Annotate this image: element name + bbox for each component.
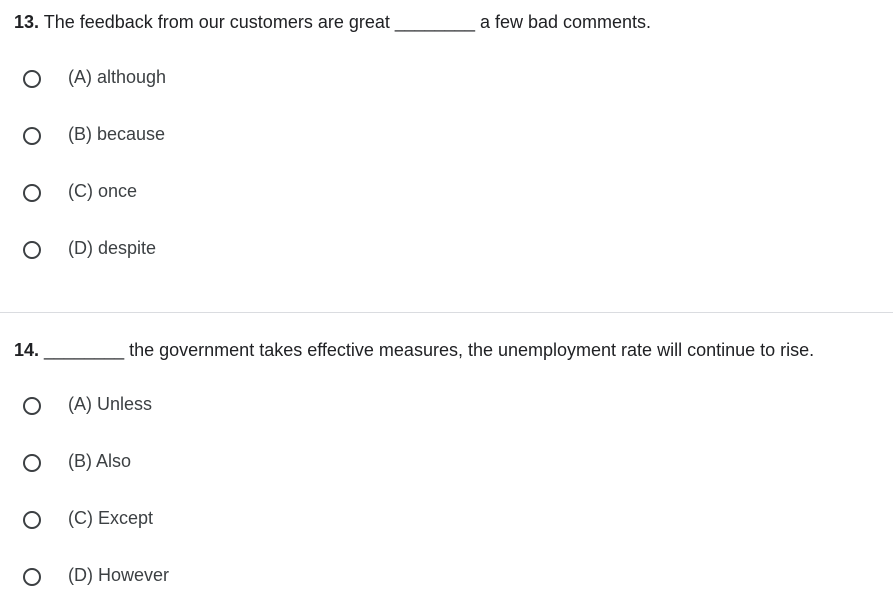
option-13-d[interactable]: (D) despite: [0, 230, 420, 270]
option-14-a[interactable]: (A) Unless: [0, 386, 420, 426]
option-label[interactable]: (A) Unless: [68, 393, 152, 415]
question-prompt: The feedback from our customers are grea…: [39, 12, 652, 32]
radio-button-unchecked-icon[interactable]: [23, 397, 41, 415]
option-13-b[interactable]: (B) because: [0, 116, 420, 156]
question-number: 13.: [14, 12, 40, 32]
radio-button-unchecked-icon[interactable]: [23, 511, 41, 529]
question-14: 14. ________ the government takes effect…: [0, 313, 893, 614]
radio-button-unchecked-icon[interactable]: [23, 454, 41, 472]
question-13: 13. The feedback from our customers are …: [0, 0, 893, 312]
radio-button-unchecked-icon[interactable]: [23, 127, 41, 145]
option-label[interactable]: (C) once: [68, 180, 137, 202]
question-text: 13. The feedback from our customers are …: [14, 11, 651, 33]
option-label[interactable]: (D) despite: [68, 237, 156, 259]
question-number: 14.: [14, 340, 40, 360]
option-label[interactable]: (C) Except: [68, 507, 153, 529]
question-prompt: ________ the government takes effective …: [39, 340, 815, 360]
option-label[interactable]: (A) although: [68, 66, 166, 88]
option-label[interactable]: (B) because: [68, 123, 165, 145]
radio-button-unchecked-icon[interactable]: [23, 568, 41, 586]
option-14-b[interactable]: (B) Also: [0, 443, 420, 483]
radio-button-unchecked-icon[interactable]: [23, 70, 41, 88]
radio-button-unchecked-icon[interactable]: [23, 241, 41, 259]
option-label[interactable]: (B) Also: [68, 450, 131, 472]
option-14-d[interactable]: (D) However: [0, 557, 420, 597]
option-label[interactable]: (D) However: [68, 564, 169, 586]
option-13-a[interactable]: (A) although: [0, 59, 420, 99]
option-13-c[interactable]: (C) once: [0, 173, 420, 213]
question-text: 14. ________ the government takes effect…: [14, 339, 814, 361]
radio-button-unchecked-icon[interactable]: [23, 184, 41, 202]
option-14-c[interactable]: (C) Except: [0, 500, 420, 540]
